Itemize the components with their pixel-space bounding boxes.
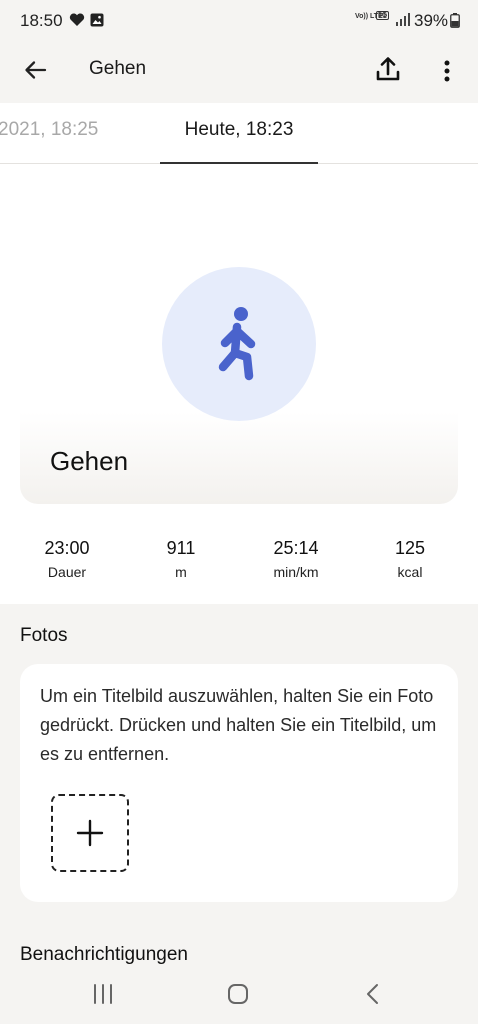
fotos-hint: Um ein Titelbild auszuwählen, halten Sie… <box>40 686 437 764</box>
battery-icon <box>450 13 460 33</box>
date-tabs: 2021, 18:25 Heute, 18:23 <box>0 103 478 164</box>
stat-unit: m <box>175 564 187 580</box>
system-nav-bar <box>0 964 478 1024</box>
activity-stats: 23:00 Dauer 911 m 25:14 min/km 125 kcal <box>0 538 478 598</box>
notifications-section-title: Benachrichtigungen <box>20 944 188 965</box>
status-bar: 18:50 Vo)) LTE1 5G 39% <box>0 0 478 42</box>
signal-icon <box>395 13 411 32</box>
stat-unit: Dauer <box>47 564 87 580</box>
share-button[interactable] <box>372 52 404 86</box>
battery-percent: 39% <box>414 11 449 30</box>
stat-pace: 25:14 min/km <box>246 538 346 580</box>
5g-label: 5G <box>376 11 390 20</box>
activity-name: Gehen <box>50 446 129 476</box>
plus-icon <box>76 819 104 847</box>
walking-person-icon <box>210 305 270 390</box>
gallery-icon <box>90 13 104 32</box>
stat-value: 125 <box>394 538 426 558</box>
stat-value: 25:14 <box>273 538 319 558</box>
tab-current-session[interactable]: Heute, 18:23 <box>160 103 318 164</box>
heart-icon <box>69 13 85 32</box>
tab-previous-session[interactable]: 2021, 18:25 <box>0 119 98 141</box>
5g-indicator: 5G <box>376 11 390 20</box>
share-icon <box>372 57 404 90</box>
app-bar: Gehen <box>0 42 478 102</box>
tab-current-label: Heute, 18:23 <box>184 119 294 140</box>
add-photo-button[interactable] <box>51 794 129 872</box>
activity-card: Gehen <box>20 412 458 504</box>
stat-duration: 23:00 Dauer <box>17 538 117 580</box>
back-arrow-icon <box>20 61 52 90</box>
page-title: Gehen <box>89 58 147 79</box>
home-icon[interactable] <box>226 983 250 1010</box>
fotos-card: Um ein Titelbild auszuwählen, halten Sie… <box>20 664 458 902</box>
stat-unit: kcal <box>397 564 423 580</box>
status-time: 18:50 <box>20 11 63 30</box>
back-button[interactable] <box>20 54 52 86</box>
nav-back-icon[interactable] <box>365 983 381 1010</box>
fotos-section-title: Fotos <box>20 625 68 646</box>
stat-distance: 911 m <box>131 538 231 580</box>
activity-icon-circle <box>162 267 316 421</box>
stat-value: 911 <box>166 538 196 558</box>
stat-calories: 125 kcal <box>360 538 460 580</box>
stat-value: 23:00 <box>44 538 90 558</box>
recents-icon[interactable] <box>92 984 114 1009</box>
more-options-button[interactable] <box>433 54 461 86</box>
activity-summary: Gehen 23:00 Dauer 911 m 25:14 min/km 125… <box>0 164 478 604</box>
more-vert-icon <box>433 60 461 90</box>
stat-unit: min/km <box>273 564 319 580</box>
